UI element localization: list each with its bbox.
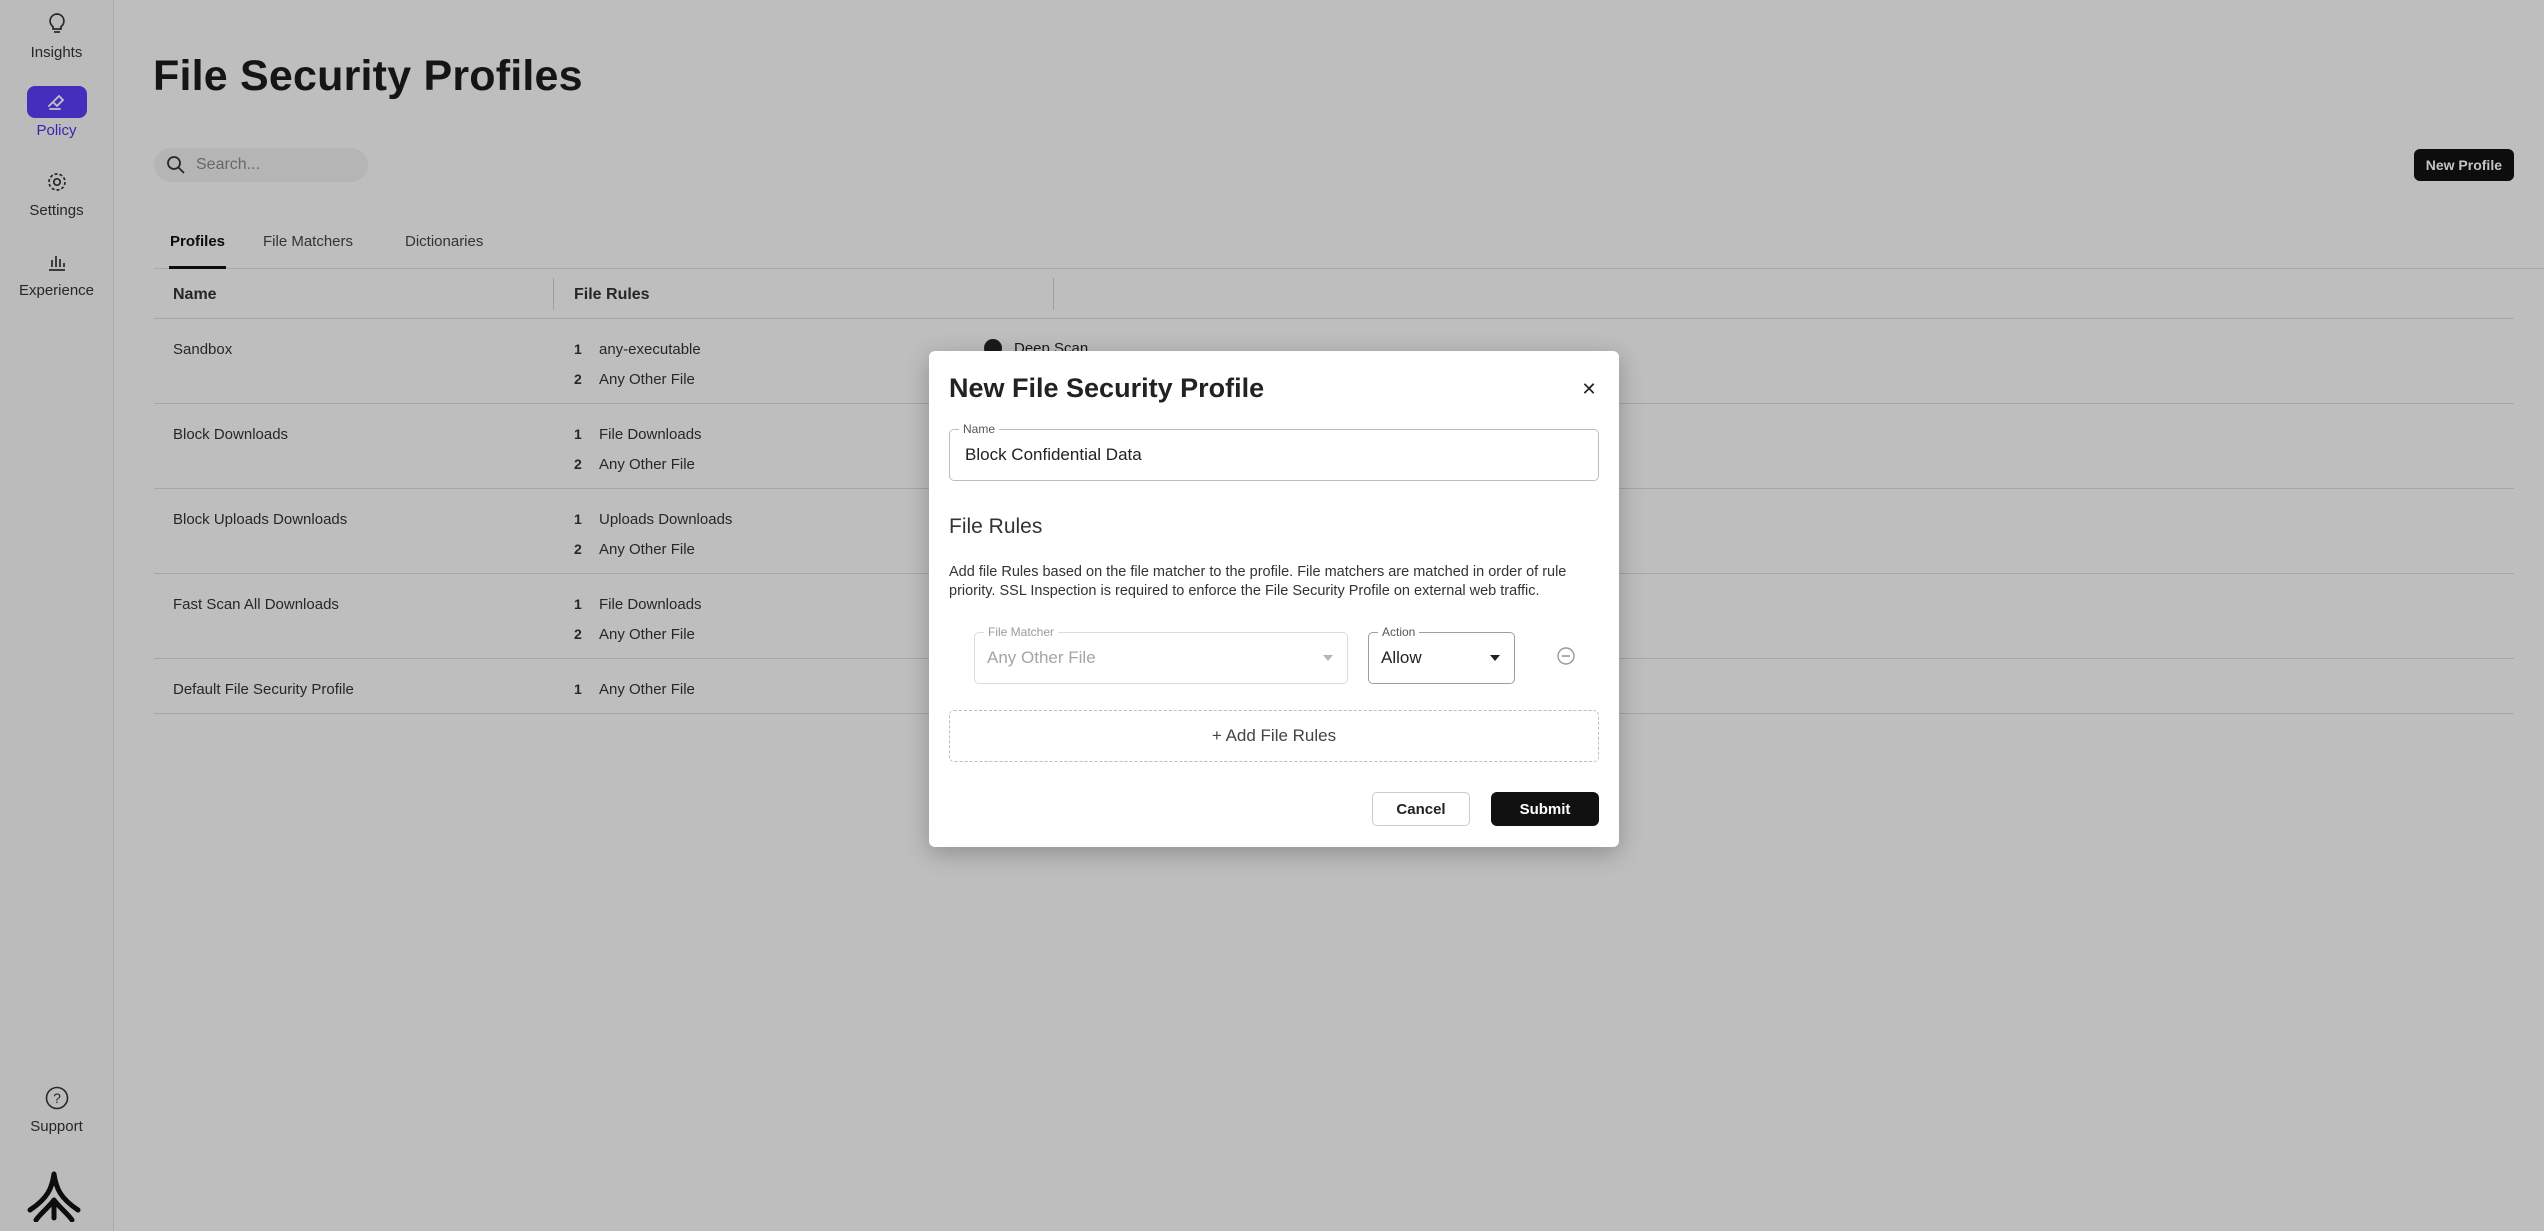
remove-rule-icon[interactable] [1557,647,1575,665]
submit-button[interactable]: Submit [1491,792,1599,826]
name-field-label: Name [959,421,1000,437]
action-label: Action [1378,624,1420,640]
cancel-button[interactable]: Cancel [1372,792,1470,826]
caret-down-icon [1490,655,1500,661]
name-field[interactable]: Name Block Confidential Data [949,421,1599,481]
new-profile-dialog: New File Security Profile ✕ Name Block C… [929,351,1619,847]
file-matcher-label: File Matcher [984,624,1059,640]
add-file-rules-button[interactable]: + Add File Rules [949,710,1599,762]
file-matcher-value: Any Other File [987,648,1096,667]
file-matcher-select[interactable]: File Matcher Any Other File [974,624,1348,684]
name-field-value[interactable]: Block Confidential Data [965,445,1142,465]
action-value: Allow [1381,648,1422,667]
dialog-title: New File Security Profile [949,373,1265,403]
chevron-down-icon [1323,655,1333,661]
file-rules-heading: File Rules [949,515,1043,538]
close-icon[interactable]: ✕ [1577,377,1601,401]
action-select[interactable]: Action Allow [1368,624,1515,684]
file-rules-help-text: Add file Rules based on the file matcher… [949,564,1567,599]
